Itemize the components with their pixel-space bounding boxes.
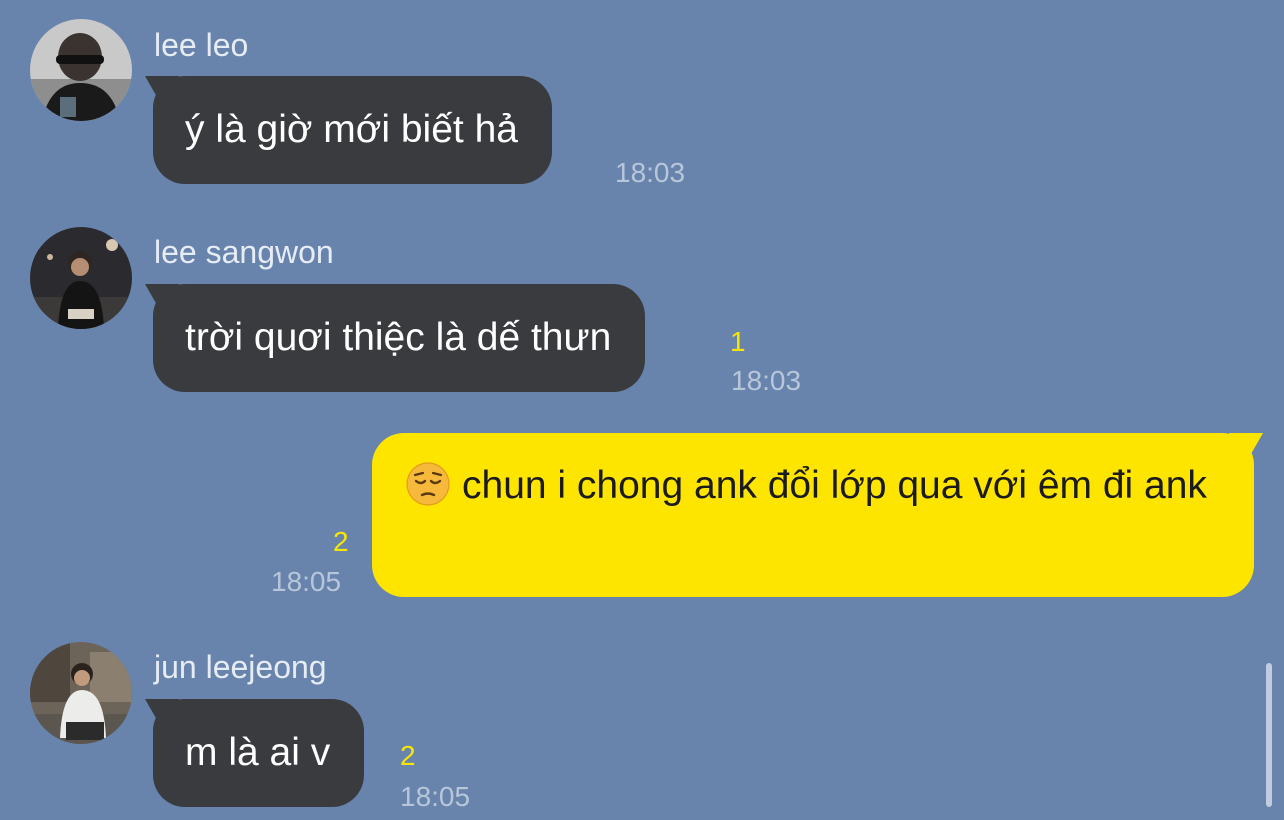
lee-leo-avatar[interactable] [30,19,132,121]
profile-photo-icon [30,642,132,744]
message-text: ý là giờ mới biết hả [185,108,518,151]
unread-count: 1 [730,326,746,357]
chat-message-list[interactable]: lee leo ý là giờ mới biết hả 18:03 lee s… [0,0,1284,820]
message-timestamp: 18:03 [731,365,802,396]
message-timestamp: 18:05 [271,566,342,597]
sender-name: lee leo [154,27,249,63]
profile-photo-icon [30,19,132,121]
sender-name: jun leejeong [154,649,327,685]
message-text: trời quơi thiệc là dế thưn [185,316,612,359]
sender-name: lee sangwon [154,234,334,270]
pensive-face-emoji-icon [406,462,450,506]
message-bubble[interactable]: ý là giờ mới biết hả [153,76,552,184]
message-text: m là ai v [185,731,331,774]
message-text: chun i chong ank đổi lớp qua với êm đi a… [462,464,1207,507]
jun-leejeong-avatar[interactable] [30,642,132,744]
unread-count: 2 [400,740,416,771]
outgoing-message-bubble[interactable]: chun i chong ank đổi lớp qua với êm đi a… [372,433,1254,597]
message-timestamp: 18:03 [615,157,686,188]
unread-count: 2 [333,526,349,557]
message-bubble[interactable]: trời quơi thiệc là dế thưn [153,284,646,392]
message-bubble[interactable]: m là ai v [153,699,365,807]
scrollbar-thumb[interactable] [1266,663,1272,807]
profile-photo-icon [30,227,132,329]
lee-sangwon-avatar[interactable] [30,227,132,329]
message-timestamp: 18:05 [400,781,471,812]
